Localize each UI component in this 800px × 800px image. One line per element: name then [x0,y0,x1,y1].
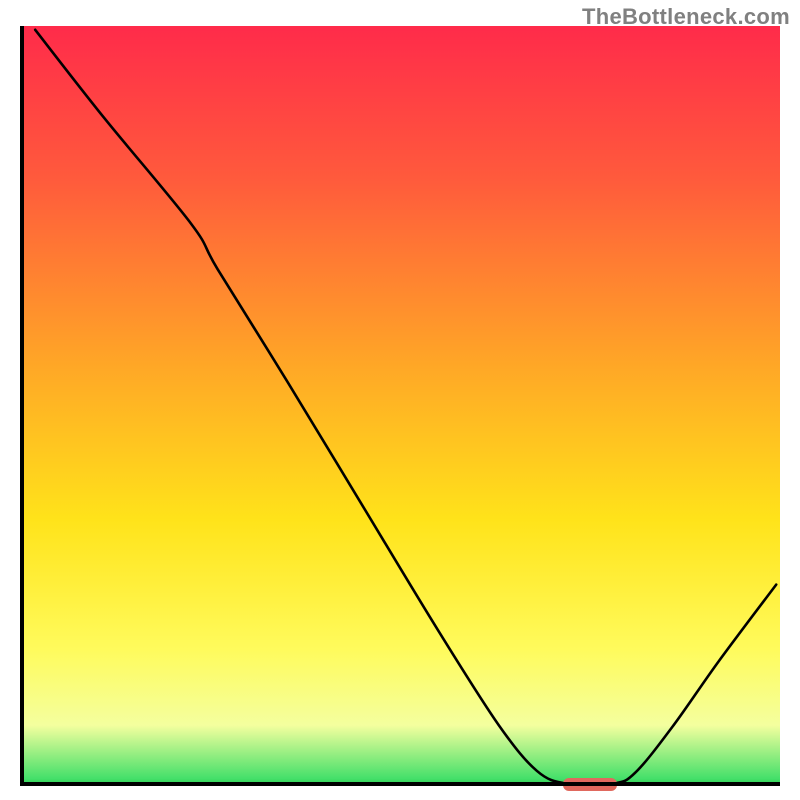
x-axis [20,782,780,786]
chart-container: TheBottleneck.com [0,0,800,800]
plot-area [20,26,780,786]
y-axis [20,26,24,786]
gradient-background [20,26,780,786]
